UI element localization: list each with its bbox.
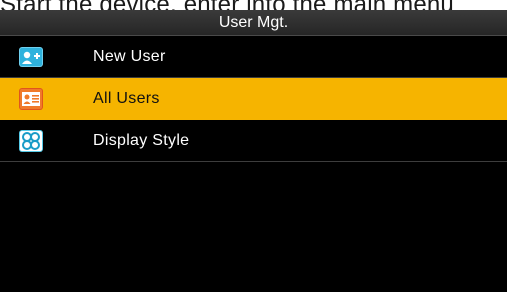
page-title: User Mgt.	[0, 10, 507, 36]
display-style-icon	[19, 129, 43, 153]
user-list-icon	[19, 87, 43, 111]
menu-item-display-style[interactable]: Display Style	[0, 120, 507, 162]
menu-item-all-users[interactable]: All Users	[0, 78, 507, 120]
menu-item-new-user[interactable]: New User	[0, 36, 507, 78]
add-user-icon	[19, 45, 43, 69]
menu-item-label: All Users	[93, 90, 160, 107]
device-screen: User Mgt. New User All Users Display Sty…	[0, 10, 507, 292]
menu-item-label: New User	[93, 48, 166, 65]
menu-item-label: Display Style	[93, 132, 190, 149]
